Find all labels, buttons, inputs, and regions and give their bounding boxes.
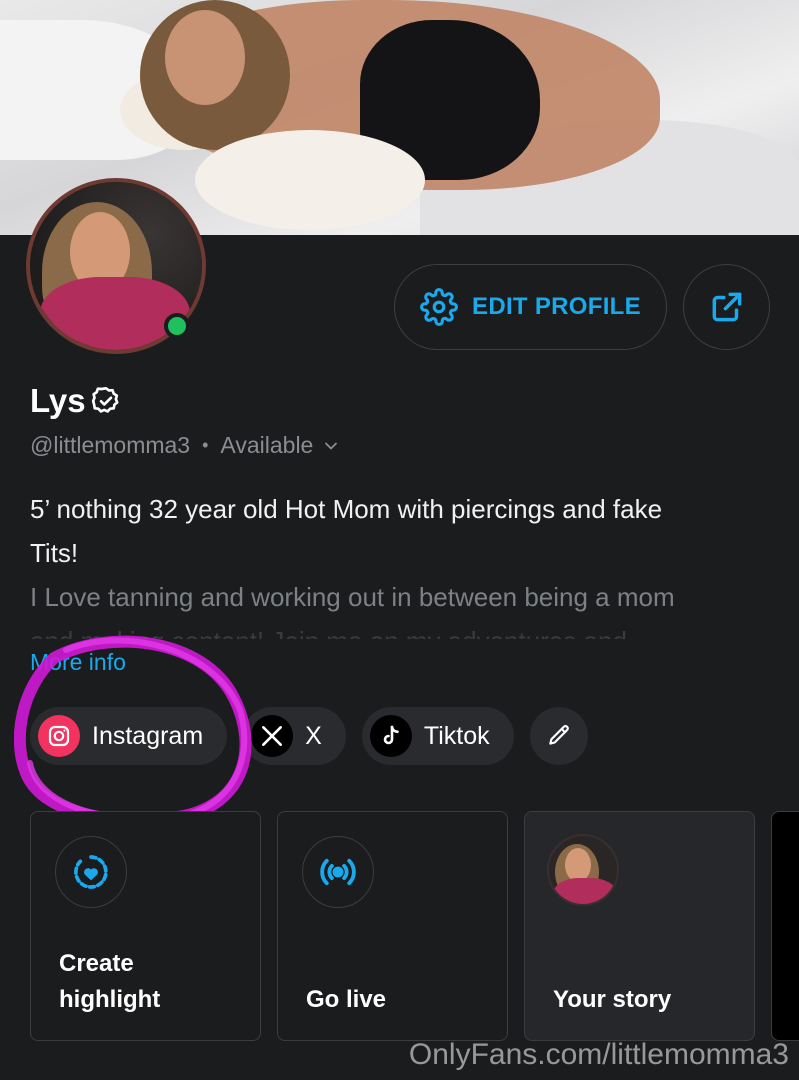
bio-line: 5’ nothing 32 year old Hot Mom with pier… bbox=[30, 494, 663, 524]
x-icon bbox=[251, 715, 294, 757]
instagram-icon bbox=[38, 715, 80, 757]
tiktok-icon bbox=[369, 715, 412, 757]
create-highlight-card[interactable]: Create highlight bbox=[30, 811, 261, 1041]
separator-dot: • bbox=[202, 435, 209, 455]
share-icon bbox=[712, 292, 741, 322]
status-label: Available bbox=[220, 432, 314, 458]
chip-label: Tiktok bbox=[423, 721, 490, 750]
broadcast-icon bbox=[302, 836, 374, 908]
bio-line-faded: and making content! Join me on my advent… bbox=[30, 619, 770, 639]
profile-handle: @littlemomma3 bbox=[30, 432, 191, 458]
handle-row: @littlemomma3 • Available bbox=[30, 432, 341, 459]
more-info-link[interactable]: More info bbox=[30, 649, 126, 676]
edit-profile-button[interactable]: EDIT PROFILE bbox=[394, 264, 667, 350]
your-story-card[interactable]: Your story bbox=[524, 811, 755, 1041]
verified-badge-icon bbox=[91, 387, 119, 413]
share-button[interactable] bbox=[683, 264, 770, 350]
gear-icon bbox=[420, 288, 458, 326]
bio-line: Tits! bbox=[30, 538, 79, 568]
online-indicator bbox=[164, 313, 190, 339]
edit-socials-button[interactable] bbox=[529, 707, 588, 765]
edit-profile-label: EDIT PROFILE bbox=[472, 293, 641, 320]
quick-actions: Create highlight Go live Your story bbox=[30, 811, 755, 1041]
watermark: OnlyFans.com/littlemomma3 bbox=[408, 1038, 789, 1071]
status-selector[interactable]: Available bbox=[220, 432, 341, 459]
chip-label: Instagram bbox=[92, 721, 204, 750]
pencil-icon bbox=[548, 725, 569, 745]
profile-name: Lys bbox=[30, 382, 86, 419]
instagram-chip[interactable]: Instagram bbox=[30, 707, 228, 765]
name-row: Lys bbox=[30, 382, 122, 420]
card-label: Create highlight bbox=[59, 950, 161, 1013]
bio: 5’ nothing 32 year old Hot Mom with pier… bbox=[30, 487, 770, 639]
highlight-icon bbox=[55, 836, 127, 908]
next-card-peek[interactable] bbox=[771, 811, 799, 1041]
x-chip[interactable]: X bbox=[243, 707, 346, 765]
card-label: Go live bbox=[306, 986, 387, 1013]
tiktok-chip[interactable]: Tiktok bbox=[361, 707, 514, 765]
card-label: Your story bbox=[553, 986, 672, 1013]
bio-line: I Love tanning and working out in betwee… bbox=[30, 582, 675, 612]
chevron-down-icon bbox=[325, 442, 338, 449]
chip-label: X bbox=[305, 721, 322, 750]
social-links: Instagram X Tiktok bbox=[30, 707, 588, 765]
story-avatar bbox=[547, 834, 619, 906]
go-live-card[interactable]: Go live bbox=[277, 811, 508, 1041]
